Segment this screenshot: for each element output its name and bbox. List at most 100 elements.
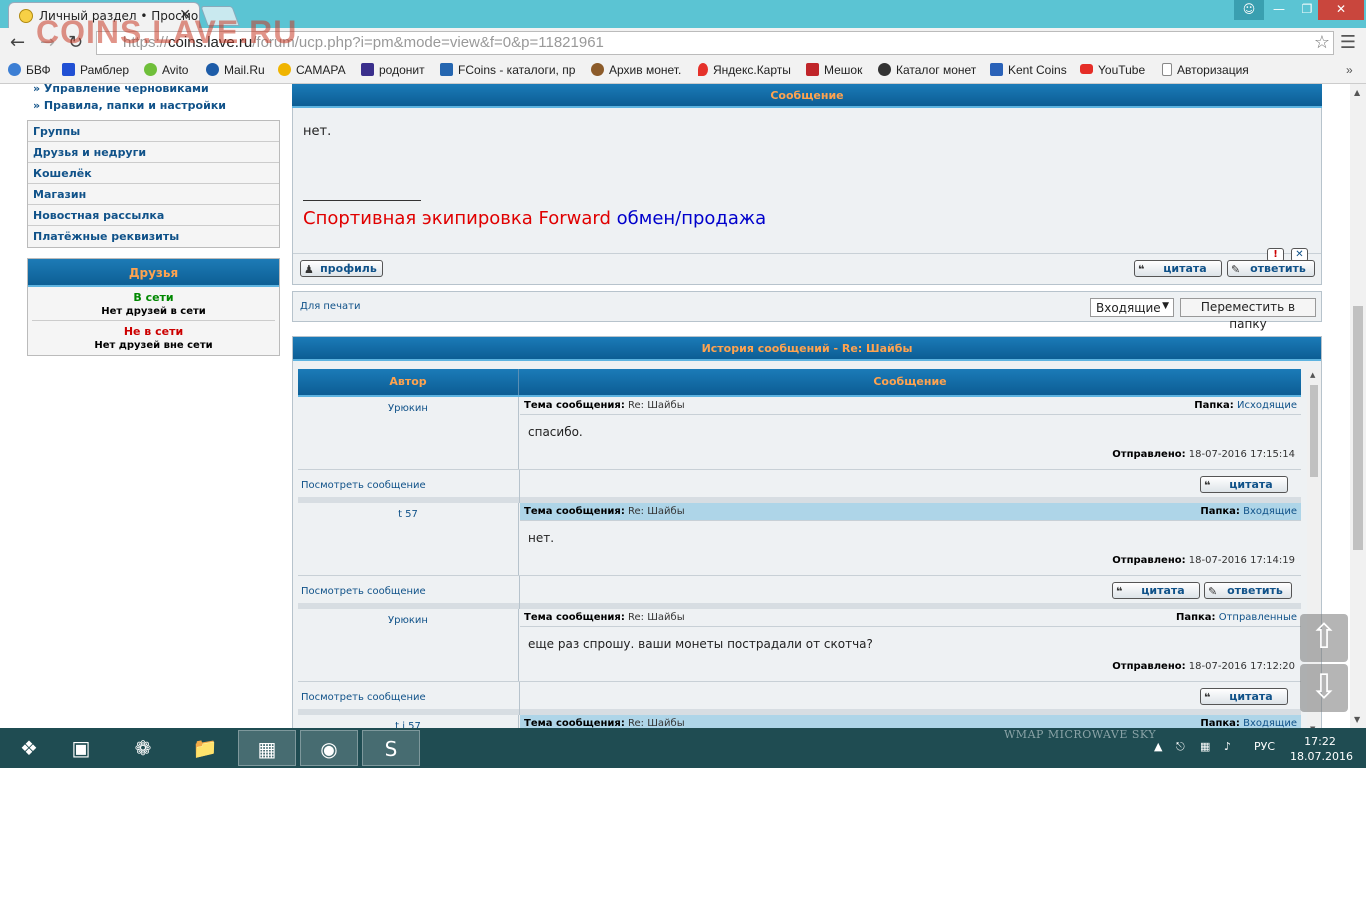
quote-label: цитата <box>1229 478 1273 491</box>
quote-icon: ❝ <box>1138 263 1145 276</box>
scroll-up-icon[interactable]: ▲ <box>1310 371 1315 379</box>
bookmark-label: Mail.Ru <box>224 63 265 77</box>
quote-button[interactable]: ❝ цитата <box>1134 260 1222 277</box>
control-panel-icon[interactable]: ▣ <box>52 730 110 766</box>
bookmark-item[interactable]: Avito <box>144 63 188 77</box>
scroll-to-bottom-icon[interactable]: ⇩ <box>1300 664 1348 712</box>
calculator-icon[interactable]: ▦ <box>238 730 296 766</box>
mail-at-icon <box>206 63 219 76</box>
quote-icon: ❝ <box>1204 479 1211 492</box>
tray-expand-icon[interactable]: ▲ <box>1154 740 1162 753</box>
scroll-to-top-icon[interactable]: ⇧ <box>1300 614 1348 662</box>
entry-date: Отправлено: 18-07-2016 17:12:20 <box>1112 661 1295 672</box>
file-explorer-icon[interactable]: 📁 <box>176 730 234 766</box>
windows-flag-icon[interactable]: ▦ <box>1200 740 1210 753</box>
bookmark-item[interactable]: родонит <box>361 63 425 77</box>
entry-date-value: 18-07-2016 17:12:20 <box>1188 661 1295 672</box>
windows-taskbar: ❖ ▣ ❁ 📁 ▦ ◉ S WMAP MICROWAVE SKY ▲ ⎋ ▦ ♪… <box>0 728 1366 768</box>
rodonit-icon <box>361 63 374 76</box>
rules-folders-link[interactable]: » Правила, папки и настройки <box>27 97 280 114</box>
entry-author[interactable]: Урюкин <box>298 397 519 469</box>
sidebar-item-groups[interactable]: Группы <box>28 121 279 142</box>
bookmark-item[interactable]: Яндекс.Карты <box>698 63 791 77</box>
col-author: Автор <box>298 369 519 395</box>
entry-folder-link[interactable]: Исходящие <box>1237 400 1297 411</box>
bookmarks-overflow-icon[interactable]: » <box>1346 63 1353 77</box>
reply-button[interactable]: ✎ ответить <box>1227 260 1315 277</box>
quote-button[interactable]: ❝ цитата <box>1112 582 1200 599</box>
skype-icon[interactable]: S <box>362 730 420 766</box>
sent-label: Отправлено: <box>1112 555 1186 566</box>
bookmark-item[interactable]: Kent Coins <box>990 63 1067 77</box>
friends-panel: Друзья В сети Нет друзей в сети Не в сет… <box>27 258 280 356</box>
move-to-folder-button[interactable]: Переместить в папку <box>1180 298 1316 331</box>
sidebar-menu: Группы Друзья и недруги Кошелёк Магазин … <box>27 120 280 248</box>
bookmark-star-icon[interactable]: ☆ <box>1314 32 1330 53</box>
sidebar-item-shop[interactable]: Магазин <box>28 184 279 205</box>
reply-icon: ✎ <box>1208 585 1218 598</box>
friends-online-empty: Нет друзей в сети <box>32 306 275 321</box>
view-message-link[interactable]: Посмотреть сообщение <box>301 586 426 597</box>
bookmark-item[interactable]: Mail.Ru <box>206 63 265 77</box>
network-icon[interactable]: ⎋ <box>1176 740 1185 754</box>
history-title: История сообщений - Re: Шайбы <box>293 337 1321 361</box>
quote-label: цитата <box>1229 690 1273 703</box>
user-icon[interactable]: ☺ <box>1234 0 1264 20</box>
window-close-icon[interactable]: ✕ <box>1318 0 1364 20</box>
volume-icon[interactable]: ♪ <box>1224 740 1231 753</box>
sidebar-item-newsletter[interactable]: Новостная рассылка <box>28 205 279 226</box>
chrome-menu-icon[interactable]: ☰ <box>1340 32 1356 53</box>
profile-button[interactable]: ♟ профиль <box>300 260 383 277</box>
folder-select-value: Входящие <box>1096 301 1161 315</box>
windows-start-icon[interactable]: ❖ <box>0 730 58 766</box>
scroll-up-icon[interactable]: ▲ <box>1354 88 1360 97</box>
bookmark-item[interactable]: Рамблер <box>62 63 129 77</box>
sidebar-item-friends[interactable]: Друзья и недруги <box>28 142 279 163</box>
print-link[interactable]: Для печати <box>300 301 360 312</box>
message-box: нет. Спортивная экипировка Forward обмен… <box>292 108 1322 285</box>
folder-select[interactable]: Входящие ▼ <box>1090 298 1174 317</box>
bookmark-label: Яндекс.Карты <box>713 63 791 77</box>
entry-author[interactable]: Урюкин <box>298 609 519 681</box>
signature-blue: обмен/продажа <box>616 208 767 229</box>
view-message-link[interactable]: Посмотреть сообщение <box>301 480 426 491</box>
chrome-icon[interactable]: ◉ <box>300 730 358 766</box>
clock-date: 18.07.2016 <box>1290 750 1353 763</box>
paint-icon[interactable]: ❁ <box>114 730 172 766</box>
signature[interactable]: Спортивная экипировка Forward обмен/прод… <box>303 208 766 229</box>
folder-label: Папка: <box>1200 506 1240 517</box>
bookmark-item[interactable]: Мешок <box>806 63 862 77</box>
bookmark-item[interactable]: Каталог монет <box>878 63 976 77</box>
bag-icon <box>806 63 819 76</box>
sidebar-item-payment[interactable]: Платёжные реквизиты <box>28 226 279 247</box>
view-message-link[interactable]: Посмотреть сообщение <box>301 692 426 703</box>
quote-button[interactable]: ❝ цитата <box>1200 476 1288 493</box>
bookmark-item[interactable]: FCoins - каталоги, пр <box>440 63 576 77</box>
language-indicator[interactable]: РУС <box>1254 740 1275 753</box>
page-scrollbar[interactable]: ▲ ▼ <box>1350 84 1366 728</box>
entry-folder-link[interactable]: Входящие <box>1243 718 1297 728</box>
bookmark-item[interactable]: Авторизация <box>1162 63 1249 77</box>
bookmark-item[interactable]: Архив монет. <box>591 63 681 77</box>
system-clock[interactable]: 17:22 18.07.2016 <box>1290 734 1353 764</box>
entry-folder-link[interactable]: Отправленные <box>1219 612 1297 623</box>
page-scroll-thumb[interactable] <box>1353 306 1363 550</box>
minimize-icon[interactable]: — <box>1264 0 1294 20</box>
coin-icon <box>591 63 604 76</box>
bookmark-item[interactable]: САМАРА <box>278 63 346 77</box>
drafts-link[interactable]: » Управление черновиками <box>27 84 280 97</box>
sidebar-item-wallet[interactable]: Кошелёк <box>28 163 279 184</box>
bookmark-item[interactable]: БВФ <box>8 63 51 77</box>
entry-author[interactable]: t i 57 <box>298 715 519 728</box>
history-scroll-thumb[interactable] <box>1310 385 1318 477</box>
avito-icon <box>144 63 157 76</box>
entry-author[interactable]: t 57 <box>298 503 519 575</box>
entry-subject-row: Тема сообщения: Re: Шайбы Папка: Входящие <box>520 715 1301 728</box>
scroll-down-icon[interactable]: ▼ <box>1354 715 1360 724</box>
smiley-icon <box>278 63 291 76</box>
bookmark-item[interactable]: YouTube <box>1080 63 1145 77</box>
back-arrow-icon[interactable]: ← <box>10 32 25 53</box>
quote-button[interactable]: ❝ цитата <box>1200 688 1288 705</box>
entry-folder-link[interactable]: Входящие <box>1243 506 1297 517</box>
reply-button[interactable]: ✎ ответить <box>1204 582 1292 599</box>
